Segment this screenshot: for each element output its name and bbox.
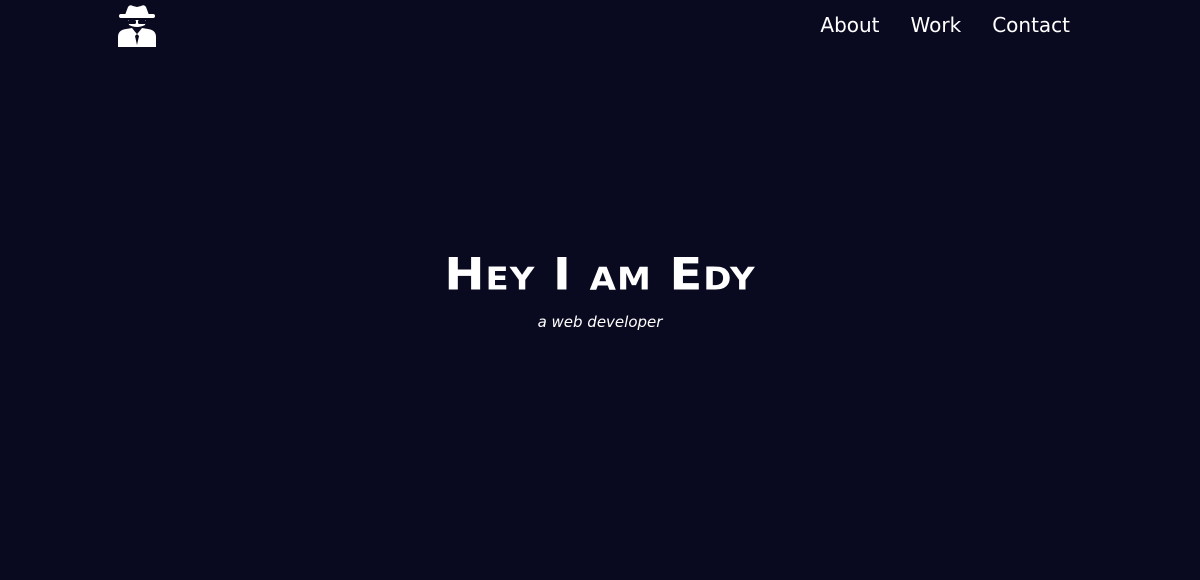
logo-link[interactable] <box>116 3 158 47</box>
page: About Work Contact Hey I am Edy a web de… <box>0 0 1200 580</box>
nav-link-work[interactable]: Work <box>911 11 962 39</box>
hero-title: Hey I am Edy <box>444 249 756 301</box>
hero-section: Hey I am Edy a web developer <box>0 248 1200 332</box>
hero-subtitle: a web developer <box>537 313 663 331</box>
nav-link-about[interactable]: About <box>820 11 879 39</box>
nav-link-contact[interactable]: Contact <box>992 11 1070 39</box>
spy-agent-icon <box>118 5 156 47</box>
main-nav: About Work Contact <box>820 11 1070 39</box>
